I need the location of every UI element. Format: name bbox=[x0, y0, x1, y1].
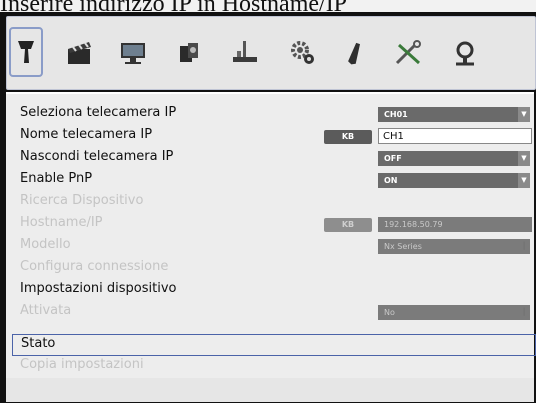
setting-label: Configura connessione bbox=[20, 259, 169, 274]
hide-camera-dropdown[interactable]: OFF ▼ bbox=[378, 151, 530, 166]
tools-icon[interactable] bbox=[391, 35, 427, 71]
user-icon[interactable] bbox=[447, 35, 483, 71]
dropdown-value: ON bbox=[384, 176, 398, 185]
setting-label: Attivata bbox=[20, 303, 72, 318]
chevron-down-icon: │ bbox=[518, 239, 530, 254]
menu-toolbar bbox=[6, 16, 536, 90]
hostname-ip-field: 192.168.50.79 bbox=[378, 217, 532, 232]
chevron-down-icon: ▼ bbox=[518, 173, 530, 188]
setting-row-enable-pnp[interactable]: Enable PnP ON ▼ bbox=[12, 170, 534, 192]
keyboard-button: KB bbox=[324, 218, 372, 232]
model-dropdown: Nx Series │ bbox=[378, 239, 530, 254]
setting-label: Enable PnP bbox=[20, 171, 93, 186]
dropdown-value: CH01 bbox=[384, 110, 408, 119]
dropdown-value: OFF bbox=[384, 154, 402, 163]
setting-row-model: Modello Nx Series │ bbox=[12, 236, 534, 258]
field-value: 192.168.50.79 bbox=[384, 220, 443, 229]
dvr-screen: Seleziona telecamera IP CH01 ▼ Nome telec… bbox=[0, 12, 536, 403]
gear-icon[interactable] bbox=[285, 35, 321, 71]
setting-row-select-camera[interactable]: Seleziona telecamera IP CH01 ▼ bbox=[12, 104, 534, 126]
setting-row-device-search: Ricerca Dispositivo bbox=[12, 192, 534, 214]
keyboard-button[interactable]: KB bbox=[324, 130, 372, 144]
setting-label: Stato bbox=[21, 336, 56, 351]
chevron-down-icon: │ bbox=[518, 305, 530, 320]
setting-label: Impostazioni dispositivo bbox=[20, 281, 177, 296]
enable-pnp-dropdown[interactable]: ON ▼ bbox=[378, 173, 530, 188]
setting-row-hostname-ip: Hostname/IP KB 192.168.50.79 bbox=[12, 214, 534, 236]
dropdown-value: Nx Series bbox=[384, 242, 422, 251]
camera-icon[interactable] bbox=[9, 27, 43, 77]
bottom-bar bbox=[6, 378, 534, 402]
camera-name-field[interactable]: CH1 bbox=[378, 128, 532, 144]
setting-row-status[interactable]: Stato bbox=[12, 334, 536, 356]
setting-row-camera-name[interactable]: Nome telecamera IP KB CH1 bbox=[12, 126, 534, 148]
setting-label: Copia impostazioni bbox=[20, 357, 144, 372]
setting-label: Modello bbox=[20, 237, 71, 252]
setting-row-device-settings[interactable]: Impostazioni dispositivo bbox=[12, 280, 534, 302]
setting-label: Ricerca Dispositivo bbox=[20, 193, 144, 208]
storage-drive-icon[interactable] bbox=[171, 35, 207, 71]
dropdown-value: No bbox=[384, 308, 395, 317]
setting-label: Nascondi telecamera IP bbox=[20, 149, 174, 164]
monitor-icon[interactable] bbox=[115, 35, 151, 71]
setting-label: Hostname/IP bbox=[20, 215, 103, 230]
setting-row-copy-settings: Copia impostazioni bbox=[12, 356, 534, 378]
select-camera-dropdown[interactable]: CH01 ▼ bbox=[378, 107, 530, 122]
network-icon[interactable] bbox=[227, 35, 263, 71]
setting-row-activated: Attivata No │ bbox=[12, 302, 534, 324]
chevron-down-icon: ▼ bbox=[518, 107, 530, 122]
setting-row-hide-camera[interactable]: Nascondi telecamera IP OFF ▼ bbox=[12, 148, 534, 170]
setting-label: Nome telecamera IP bbox=[20, 127, 153, 142]
setting-label: Seleziona telecamera IP bbox=[20, 105, 177, 120]
chevron-down-icon: ▼ bbox=[518, 151, 530, 166]
setting-row-configure-connection: Configura connessione bbox=[12, 258, 534, 280]
ip-camera-settings-panel: Seleziona telecamera IP CH01 ▼ Nome telec… bbox=[6, 92, 536, 378]
clapperboard-icon[interactable] bbox=[61, 35, 97, 71]
usb-stick-icon[interactable] bbox=[337, 35, 373, 71]
activated-dropdown: No │ bbox=[378, 305, 530, 320]
